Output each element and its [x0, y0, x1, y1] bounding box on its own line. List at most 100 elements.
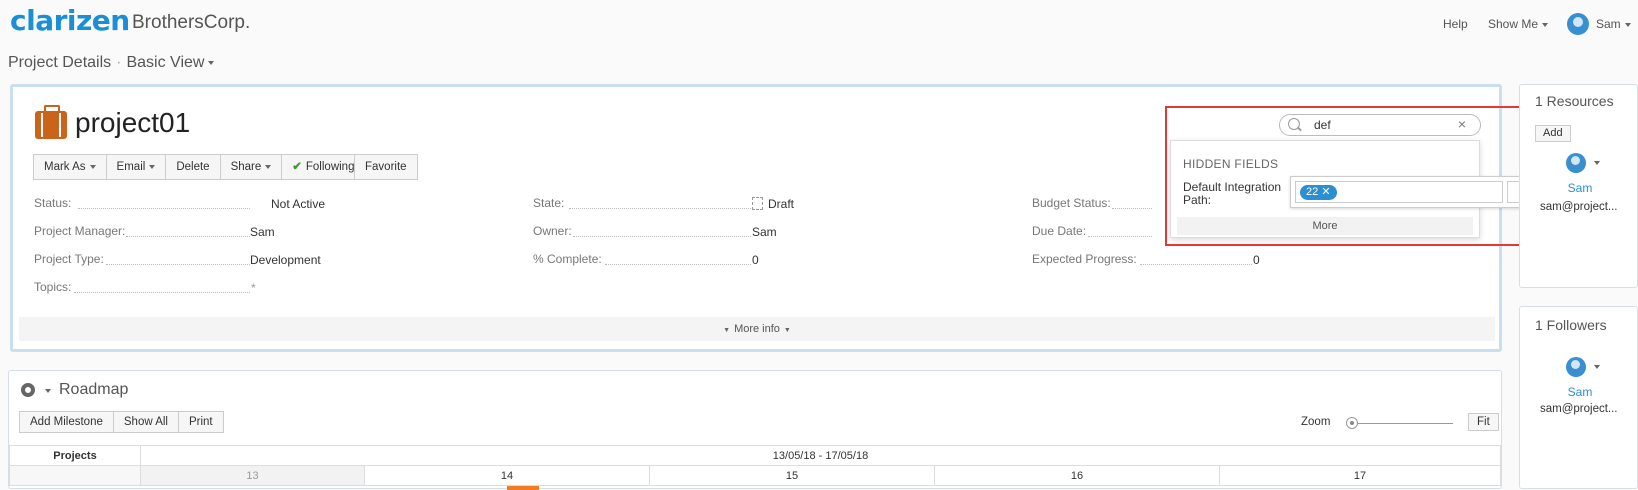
- field-project-manager: Project Manager: Sam: [34, 224, 314, 240]
- user-menu[interactable]: Sam: [1596, 17, 1631, 31]
- delete-button[interactable]: Delete: [166, 154, 221, 180]
- field-label: Status:: [34, 196, 72, 210]
- projects-column-header: Projects: [9, 445, 141, 466]
- chevron-down-icon: [265, 164, 272, 169]
- field-label: Project Type:: [34, 252, 104, 266]
- fit-button[interactable]: Fit: [1468, 413, 1499, 431]
- chevron-down-icon: [208, 60, 215, 65]
- breadcrumb: Project Details · Basic View: [8, 54, 215, 72]
- following-button[interactable]: ✔ Following: [282, 154, 366, 180]
- field-expected-progress: Expected Progress: 0: [1032, 252, 1332, 268]
- today-marker: [507, 486, 539, 490]
- field-label: Expected Progress:: [1032, 252, 1137, 266]
- print-button[interactable]: Print: [178, 411, 224, 433]
- view-selector[interactable]: Basic View: [126, 54, 215, 71]
- field-label: Topics:: [34, 280, 72, 294]
- gear-icon[interactable]: [21, 383, 35, 397]
- zoom-slider-handle[interactable]: [1346, 417, 1358, 429]
- field-value[interactable]: Sam: [250, 225, 275, 239]
- field-value[interactable]: Draft: [752, 197, 794, 211]
- page-title: Project Details: [8, 54, 112, 71]
- field-topics: Topics: *: [34, 280, 314, 296]
- field-label: State:: [533, 196, 565, 210]
- day-header: 13: [140, 465, 365, 486]
- checkmark-icon: ✔: [292, 161, 302, 173]
- zoom-slider-track[interactable]: [1353, 423, 1453, 424]
- day-header: 16: [934, 465, 1220, 486]
- show-me-menu[interactable]: Show Me: [1488, 17, 1549, 31]
- field-label: Project Manager:: [34, 224, 126, 238]
- more-info-toggle[interactable]: ▼ More info ▼: [19, 317, 1495, 341]
- chevron-down-icon: [1624, 22, 1631, 27]
- resource-name[interactable]: Sam: [1530, 181, 1630, 195]
- field-value[interactable]: 0: [1253, 253, 1260, 267]
- zoom-label: Zoom: [1301, 416, 1331, 428]
- resources-panel: 1 Resources Add Sam sam@project...: [1519, 84, 1638, 288]
- field-value[interactable]: 0: [752, 253, 759, 267]
- mark-as-label: Mark As: [44, 161, 86, 173]
- resource-email: sam@project...: [1540, 201, 1618, 213]
- day-header: 17: [1219, 465, 1501, 486]
- day-header: 14: [364, 465, 650, 486]
- follower-avatar[interactable]: [1566, 357, 1586, 377]
- field-state: State: Draft: [533, 196, 833, 212]
- add-resource-button[interactable]: Add: [1535, 125, 1571, 142]
- user-avatar[interactable]: [1567, 13, 1589, 35]
- field-percent-complete: % Complete: 0: [533, 252, 833, 268]
- add-milestone-button[interactable]: Add Milestone: [19, 411, 114, 433]
- chevron-down-icon: [89, 164, 96, 169]
- follower-name[interactable]: Sam: [1530, 385, 1630, 399]
- field-label: Owner:: [533, 224, 572, 238]
- roadmap-title: Roadmap: [59, 381, 129, 398]
- field-label: % Complete:: [533, 252, 602, 266]
- show-me-label: Show Me: [1488, 17, 1539, 31]
- top-bar: clarizen BrothersCorp. Help Show Me Sam: [0, 0, 1638, 48]
- briefcase-icon: [35, 105, 67, 139]
- view-label: Basic View: [126, 54, 205, 71]
- chevron-down-icon: [149, 164, 156, 169]
- followers-title: 1 Followers: [1535, 317, 1607, 333]
- show-all-button[interactable]: Show All: [113, 411, 179, 433]
- email-label: Email: [116, 161, 146, 173]
- draft-icon: [752, 197, 763, 210]
- share-button[interactable]: Share: [220, 154, 283, 180]
- field-label: Due Date:: [1032, 224, 1087, 238]
- clarizen-logo[interactable]: clarizen: [10, 4, 130, 37]
- mark-as-button[interactable]: Mark As: [33, 154, 107, 180]
- resource-avatar[interactable]: [1566, 153, 1586, 173]
- help-link[interactable]: Help: [1443, 17, 1468, 31]
- share-label: Share: [230, 161, 262, 173]
- roadmap-toolbar: Add Milestone Show All Print: [19, 411, 224, 433]
- triangle-down-icon: ▼: [783, 327, 791, 334]
- field-value[interactable]: Development: [250, 253, 321, 267]
- chevron-down-icon[interactable]: [45, 389, 51, 393]
- favorite-button[interactable]: Favorite: [354, 154, 418, 180]
- following-label: Following: [305, 161, 355, 173]
- field-value[interactable]: Not Active: [271, 197, 325, 211]
- chevron-down-icon[interactable]: [1594, 161, 1600, 165]
- email-button[interactable]: Email: [106, 154, 167, 180]
- field-value[interactable]: Sam: [752, 225, 777, 239]
- chevron-down-icon: [1542, 22, 1549, 27]
- roadmap-panel: Roadmap Add Milestone Show All Print Zoo…: [8, 370, 1502, 490]
- followers-panel: 1 Followers Sam sam@project...: [1519, 306, 1638, 489]
- date-range-header: 13/05/18 - 17/05/18: [140, 445, 1501, 466]
- field-value[interactable]: *: [251, 281, 256, 295]
- triangle-down-icon: ▼: [723, 327, 731, 334]
- field-label: Budget Status:: [1032, 196, 1111, 210]
- user-name: Sam: [1596, 17, 1621, 31]
- state-value: Draft: [768, 197, 795, 211]
- field-project-type: Project Type: Development: [34, 252, 321, 268]
- resources-title: 1 Resources: [1535, 93, 1614, 109]
- project-action-bar: Mark As Email Delete Share ✔ Following: [33, 154, 366, 180]
- project-title: project01: [75, 107, 191, 138]
- follower-email: sam@project...: [1540, 403, 1618, 415]
- chevron-down-icon[interactable]: [1594, 365, 1600, 369]
- field-status: Status: Not Active: [34, 196, 325, 212]
- day-header: 15: [649, 465, 935, 486]
- field-owner: Owner: Sam: [533, 224, 833, 240]
- more-info-label: More info: [734, 323, 780, 335]
- roadmap-grid: Projects 13/05/18 - 17/05/18 13 14 15 16…: [9, 445, 1501, 486]
- company-name: BrothersCorp.: [132, 12, 251, 33]
- highlight-box: [1165, 106, 1561, 246]
